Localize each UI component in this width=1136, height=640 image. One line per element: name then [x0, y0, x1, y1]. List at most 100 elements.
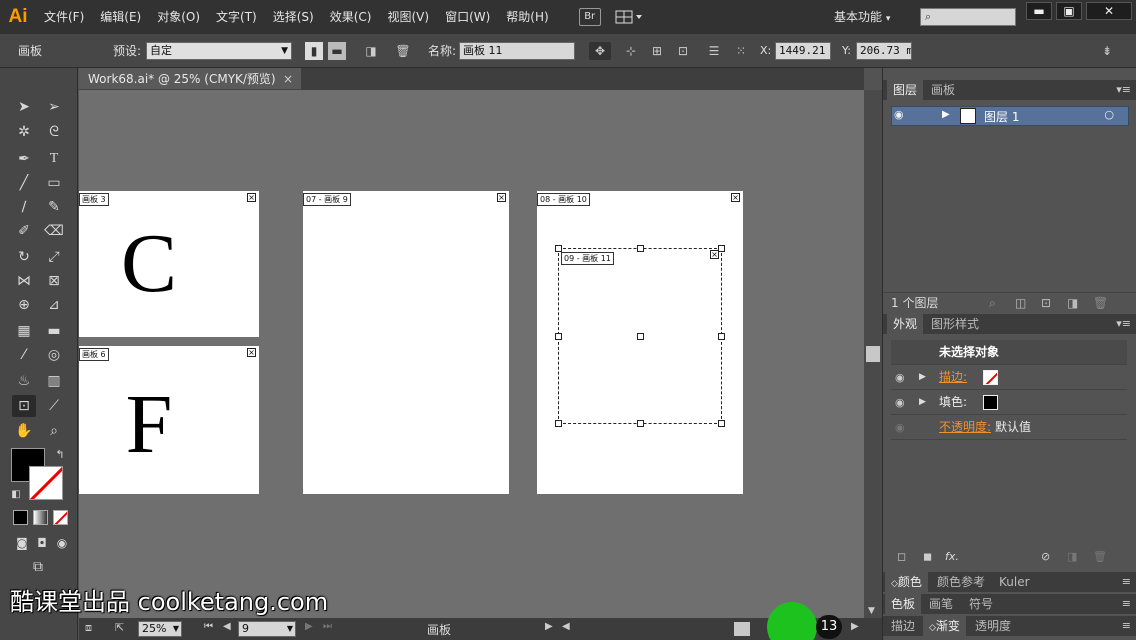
scroll-right-icon[interactable]: ▶ [851, 621, 859, 632]
resize-handle[interactable] [637, 420, 644, 427]
eyedropper-tool-icon[interactable]: ⁄ [12, 344, 36, 366]
panel-menu-icon[interactable]: ≡ [1122, 572, 1131, 592]
reference-point-icon[interactable]: ⁙ [732, 42, 750, 60]
tab-stroke[interactable]: 描边 [885, 616, 921, 636]
swap-colors-icon[interactable]: ↰ [48, 444, 72, 466]
pen-tool-icon[interactable]: ✒ [12, 148, 36, 170]
center-handle[interactable] [637, 333, 644, 340]
add-fill-icon[interactable]: ◼ [923, 550, 932, 563]
resize-handle[interactable] [637, 245, 644, 252]
workspace-switcher[interactable]: 基本功能 ▾ [834, 0, 890, 34]
appearance-fill-row[interactable]: ◉ ▶ 填色: [891, 390, 1127, 415]
tab-appearance[interactable]: 外观 [887, 314, 924, 334]
portrait-icon[interactable]: ▮ [305, 42, 323, 60]
cross-hairs-icon[interactable]: ⊞ [648, 42, 666, 60]
add-stroke-icon[interactable]: ◻ [897, 550, 906, 563]
target-icon[interactable]: ○ [1104, 108, 1114, 121]
layer-name[interactable]: 图层 1 [984, 108, 1019, 125]
blob-brush-tool-icon[interactable]: ✐ [12, 220, 36, 242]
tab-symbols[interactable]: 符号 [963, 594, 999, 614]
panel-menu-icon[interactable]: ▾≡ [1116, 80, 1131, 100]
resize-handle[interactable] [555, 420, 562, 427]
gradient-tool-icon[interactable]: ▬ [42, 320, 66, 342]
resize-handle[interactable] [718, 420, 725, 427]
move-with-artboard-icon[interactable]: ✥ [589, 42, 611, 60]
document-tab[interactable]: Work68.ai* @ 25% (CMYK/预览) × [79, 68, 301, 90]
menu-edit[interactable]: 编辑(E) [92, 0, 149, 34]
tab-artboards[interactable]: 画板 [925, 80, 961, 100]
resize-handle[interactable] [555, 245, 562, 252]
screen-mode-icon[interactable]: ⧉ [26, 556, 50, 578]
rectangle-tool-icon[interactable]: ▭ [42, 172, 66, 194]
menu-select[interactable]: 选择(S) [265, 0, 322, 34]
magic-wand-tool-icon[interactable]: ✲ [12, 121, 36, 143]
prev-artboard-icon[interactable]: ◀ [223, 621, 231, 632]
mesh-tool-icon[interactable]: ▦ [12, 320, 36, 342]
gradient-mode-button[interactable] [33, 510, 48, 525]
tab-brushes[interactable]: 画笔 [923, 594, 959, 614]
minimize-button[interactable]: ▬ [1026, 2, 1052, 20]
color-mode-button[interactable] [13, 510, 28, 525]
eye-icon[interactable]: ◉ [895, 390, 905, 415]
appearance-opacity-row[interactable]: ◉ 不透明度: 默认值 [891, 415, 1127, 440]
layer-row[interactable]: ◉ ▶ 图层 1 ○ [891, 106, 1129, 126]
expand-triangle-icon[interactable]: ▶ [919, 390, 926, 415]
y-position-input[interactable]: 206.73 mr [856, 42, 912, 60]
perspective-grid-tool-icon[interactable]: ⊿ [42, 294, 66, 316]
tab-color[interactable]: ◇颜色 [885, 572, 928, 592]
artboard-tool-icon[interactable]: ⊡ [12, 395, 36, 417]
close-button[interactable]: ✕ [1086, 2, 1132, 20]
make-clip-mask-icon[interactable]: ◫ [1015, 293, 1026, 313]
center-mark-icon[interactable]: ⊹ [622, 42, 640, 60]
artboard-9[interactable]: 07 - 画板 9 × [303, 191, 509, 494]
scale-tool-icon[interactable]: ⤢ [42, 246, 66, 268]
landscape-icon[interactable]: ▬ [328, 42, 346, 60]
trash-icon[interactable]: 🗑 [1093, 550, 1107, 563]
eye-icon[interactable]: ◉ [894, 108, 904, 121]
vertical-scrollbar[interactable]: ▼ [864, 90, 882, 618]
lasso-tool-icon[interactable]: ᘓ [42, 121, 66, 143]
opacity-link[interactable]: 不透明度: [939, 415, 991, 440]
selection-tool-icon[interactable]: ➤ [12, 96, 36, 118]
symbol-sprayer-tool-icon[interactable]: ♨ [12, 370, 36, 392]
scroll-thumb[interactable] [866, 346, 880, 362]
scroll-left-icon[interactable]: ◀ [562, 621, 570, 632]
zoom-tool-icon[interactable]: ⌕ [42, 420, 66, 442]
pencil-tool-icon[interactable]: ✎ [42, 196, 66, 218]
resize-handle[interactable] [555, 333, 562, 340]
eraser-tool-icon[interactable]: ⌫ [42, 220, 66, 242]
x-position-input[interactable]: 1449.21 r [775, 42, 831, 60]
paintbrush-tool-icon[interactable]: ∕ [12, 196, 36, 218]
horizontal-scroll-thumb[interactable] [734, 622, 750, 636]
artboard-11-selection[interactable]: 09 - 画板 11 × [555, 245, 725, 427]
line-tool-icon[interactable]: ╱ [12, 172, 36, 194]
stroke-link[interactable]: 描边: [939, 365, 967, 390]
shape-builder-tool-icon[interactable]: ⊕ [12, 294, 36, 316]
video-safe-icon[interactable]: ⊡ [674, 42, 692, 60]
new-artboard-icon[interactable]: ◨ [362, 42, 380, 60]
canvas[interactable]: 画板 3 × C 画板 6 × F 07 - 画板 9 × 08 - 画板 10… [79, 90, 864, 618]
menu-window[interactable]: 窗口(W) [437, 0, 498, 34]
last-artboard-icon[interactable]: ⏭ [323, 621, 332, 632]
tab-kuler[interactable]: Kuler [993, 572, 1036, 592]
artboard-close-icon[interactable]: × [497, 193, 506, 202]
tab-color-guide[interactable]: 颜色参考 [931, 572, 991, 592]
first-artboard-icon[interactable]: ⏮ [204, 621, 213, 632]
menu-file[interactable]: 文件(F) [36, 0, 92, 34]
panel-menu-icon[interactable]: ≡ [1122, 616, 1131, 636]
default-colors-icon[interactable]: ◧ [4, 484, 28, 506]
zoom-select[interactable]: 25% ▼ [138, 621, 182, 637]
panel-menu-icon[interactable]: ⇟ [1098, 42, 1116, 60]
tab-gradient[interactable]: ◇渐变 [923, 616, 966, 636]
artboard-number-select[interactable]: 9 ▼ [238, 621, 296, 637]
fx-icon[interactable]: fx. [945, 550, 959, 563]
direct-selection-tool-icon[interactable]: ➢ [42, 96, 66, 118]
artboard-close-icon[interactable]: × [247, 348, 256, 357]
tab-transparency[interactable]: 透明度 [969, 616, 1017, 636]
artboard-3[interactable]: 画板 3 × C [79, 191, 259, 337]
artboard-close-icon[interactable]: × [247, 193, 256, 202]
artboard-close-icon[interactable]: × [731, 193, 740, 202]
tab-layers[interactable]: 图层 [887, 80, 924, 100]
tab-swatches[interactable]: 色板 [885, 594, 922, 614]
expand-triangle-icon[interactable]: ▶ [919, 365, 926, 390]
